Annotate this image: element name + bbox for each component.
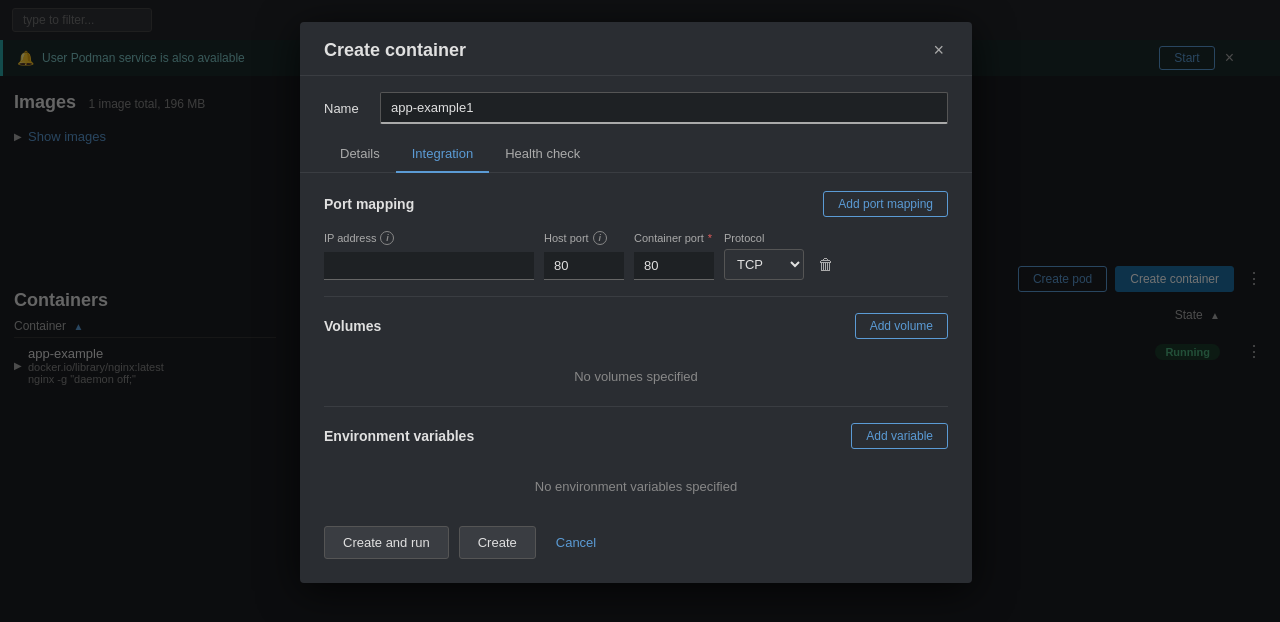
ip-info-icon: i: [380, 231, 394, 245]
name-label: Name: [324, 101, 364, 116]
tab-health-check[interactable]: Health check: [489, 136, 596, 173]
trash-icon: 🗑: [818, 256, 834, 273]
create-and-run-button[interactable]: Create and run: [324, 526, 449, 559]
port-mapping-title: Port mapping: [324, 196, 414, 212]
ip-address-label: IP address: [324, 232, 376, 244]
host-port-info-icon: i: [593, 231, 607, 245]
port-fields-row: TCP UDP SCTP 🗑: [324, 249, 948, 280]
modal-close-button[interactable]: ×: [929, 40, 948, 61]
container-port-input[interactable]: [634, 252, 714, 280]
modal-body: Port mapping Add port mapping IP address…: [300, 173, 972, 506]
required-star: *: [708, 232, 712, 244]
name-input[interactable]: [380, 92, 948, 124]
name-row: Name: [300, 76, 972, 136]
modal-title: Create container: [324, 40, 466, 61]
create-container-modal: Create container × Name Details Integrat…: [300, 22, 972, 583]
divider-1: [324, 296, 948, 297]
delete-port-button[interactable]: 🗑: [814, 250, 838, 280]
create-button[interactable]: Create: [459, 526, 536, 559]
modal-header: Create container ×: [300, 22, 972, 76]
protocol-select[interactable]: TCP UDP SCTP: [724, 249, 804, 280]
env-vars-section-header: Environment variables Add variable: [324, 423, 948, 449]
cancel-button[interactable]: Cancel: [546, 527, 606, 558]
tab-details[interactable]: Details: [324, 136, 396, 173]
container-port-label: Container port: [634, 232, 704, 244]
volumes-title: Volumes: [324, 318, 381, 334]
add-variable-button[interactable]: Add variable: [851, 423, 948, 449]
volumes-section-header: Volumes Add volume: [324, 313, 948, 339]
divider-2: [324, 406, 948, 407]
no-env-vars-message: No environment variables specified: [324, 463, 948, 506]
add-volume-button[interactable]: Add volume: [855, 313, 948, 339]
tab-integration[interactable]: Integration: [396, 136, 489, 173]
host-port-input[interactable]: [544, 252, 624, 280]
modal-footer: Create and run Create Cancel: [300, 506, 972, 559]
ip-address-input[interactable]: [324, 252, 534, 280]
env-vars-title: Environment variables: [324, 428, 474, 444]
host-port-label: Host port: [544, 232, 589, 244]
port-mapping-section-header: Port mapping Add port mapping: [324, 191, 948, 217]
add-port-mapping-button[interactable]: Add port mapping: [823, 191, 948, 217]
port-fields-header: IP address i Host port i Container port …: [324, 231, 948, 245]
protocol-label: Protocol: [724, 232, 764, 244]
modal-tabs: Details Integration Health check: [300, 136, 972, 173]
no-volumes-message: No volumes specified: [324, 353, 948, 396]
